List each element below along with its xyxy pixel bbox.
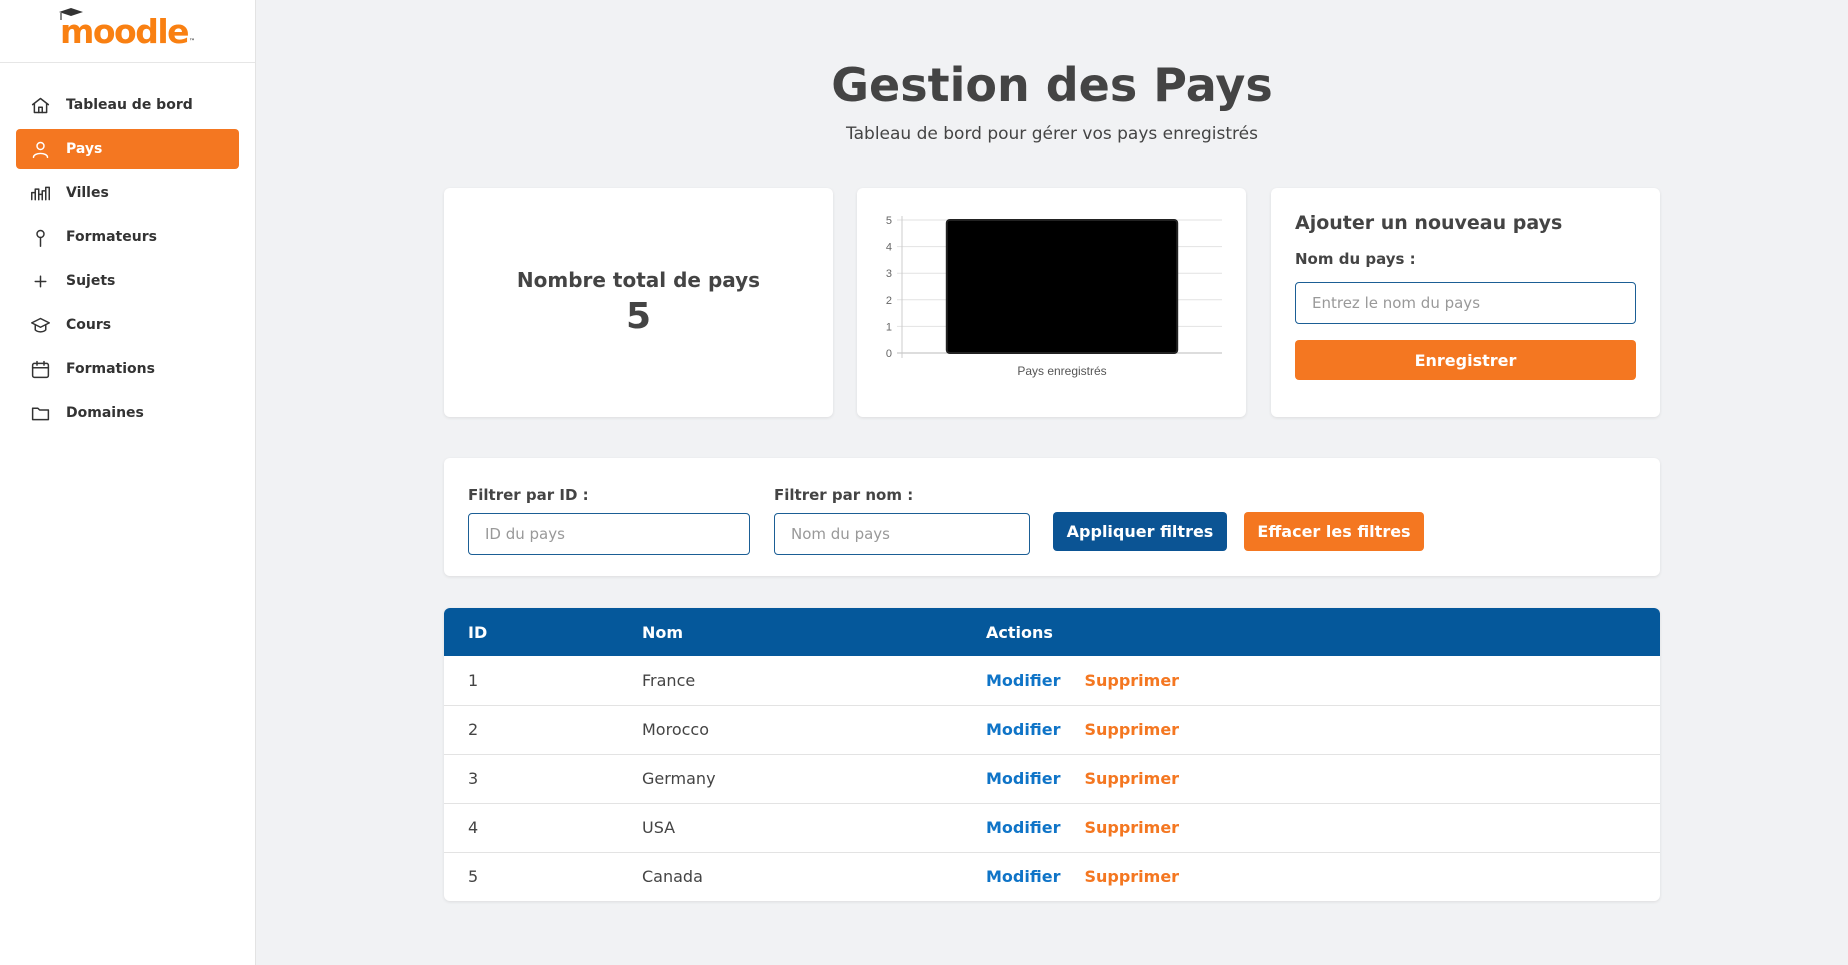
sidebar-item-pays[interactable]: Pays <box>16 129 239 169</box>
total-countries-value: 5 <box>625 296 652 337</box>
chart-y-tick-label: 4 <box>886 242 892 254</box>
apply-filters-button[interactable]: Appliquer filtres <box>1053 512 1227 551</box>
plus-icon <box>29 270 51 292</box>
total-countries-card: Nombre total de pays 5 <box>444 188 833 417</box>
edit-link[interactable]: Modifier <box>986 671 1060 690</box>
edit-link[interactable]: Modifier <box>986 720 1060 739</box>
countries-table-container: ID Nom Actions 1 France Modifier Supprimer 2… <box>444 608 1660 901</box>
sidebar-item-label: Tableau de bord <box>66 97 193 113</box>
delete-link[interactable]: Supprimer <box>1084 769 1179 788</box>
table-row: 3 Germany Modifier Supprimer <box>444 753 1660 803</box>
table-row: 4 USA Modifier Supprimer <box>444 802 1660 852</box>
page-title: Gestion des Pays <box>831 58 1273 112</box>
table-header-row: ID Nom Actions <box>444 608 1660 656</box>
sidebar-item-label: Villes <box>66 185 109 201</box>
cell-actions: Modifier Supprimer <box>986 802 1660 852</box>
header-id: ID <box>444 608 642 656</box>
country-name-input[interactable] <box>1295 282 1636 324</box>
countries-table: ID Nom Actions 1 France Modifier Supprimer 2… <box>444 608 1660 901</box>
total-countries-label: Nombre total de pays <box>516 268 761 292</box>
page-subtitle: Tableau de bord pour gérer vos pays enre… <box>846 124 1258 144</box>
header-actions: Actions <box>986 608 1660 656</box>
chart-y-tick-label: 5 <box>886 215 892 227</box>
countries-bar-chart: 0 1 2 3 4 5 Pays enregistrés <box>886 215 1222 378</box>
chart-y-tick-label: 0 <box>886 348 892 360</box>
cell-id: 4 <box>444 802 642 852</box>
cell-actions: Modifier Supprimer <box>986 851 1660 901</box>
sidebar-item-domaines[interactable]: Domaines <box>16 393 239 433</box>
chart-x-tick-label: Pays enregistrés <box>1017 364 1106 378</box>
cell-name: USA <box>642 802 986 852</box>
sidebar-item-villes[interactable]: Villes <box>16 173 239 213</box>
save-button[interactable]: Enregistrer <box>1295 340 1636 380</box>
sidebar-item-label: Sujets <box>66 273 116 289</box>
filters-card: Filtrer par ID : Filtrer par nom : Appli… <box>444 458 1660 576</box>
cell-id: 3 <box>444 753 642 803</box>
header-name: Nom <box>642 608 986 656</box>
sidebar-item-cours[interactable]: Cours <box>16 305 239 345</box>
table-row: 2 Morocco Modifier Supprimer <box>444 704 1660 754</box>
cell-actions: Modifier Supprimer <box>986 704 1660 754</box>
cell-actions: Modifier Supprimer <box>986 753 1660 803</box>
chart-y-tick-label: 1 <box>886 321 892 333</box>
home-icon <box>29 94 51 116</box>
edit-link[interactable]: Modifier <box>986 769 1060 788</box>
logo-trademark: ™ <box>189 37 196 45</box>
cell-name: Canada <box>642 851 986 901</box>
calendar-icon <box>29 358 51 380</box>
chart-y-tick-label: 3 <box>886 268 892 280</box>
delete-link[interactable]: Supprimer <box>1084 671 1179 690</box>
folder-icon <box>29 402 51 424</box>
cell-name: Germany <box>642 753 986 803</box>
pin-icon <box>29 226 51 248</box>
sidebar-item-label: Domaines <box>66 405 144 421</box>
user-icon <box>29 138 51 160</box>
table-row: 1 France Modifier Supprimer <box>444 656 1660 705</box>
add-country-title: Ajouter un nouveau pays <box>1295 212 1563 234</box>
sidebar-item-sujets[interactable]: Sujets <box>16 261 239 301</box>
country-name-label: Nom du pays : <box>1295 250 1416 268</box>
graduation-cap-icon <box>29 314 51 336</box>
filter-id-label: Filtrer par ID : <box>468 486 589 504</box>
edit-link[interactable]: Modifier <box>986 867 1060 886</box>
sidebar-nav: Tableau de bord Pays Villes Formateurs Sujet… <box>0 85 255 433</box>
add-country-card: Ajouter un nouveau pays Nom du pays : En… <box>1271 188 1660 417</box>
filter-id-group: Filtrer par ID : <box>468 486 750 555</box>
sidebar-item-tableau-de-bord[interactable]: Tableau de bord <box>16 85 239 125</box>
sidebar-item-formateurs[interactable]: Formateurs <box>16 217 239 257</box>
filter-name-group: Filtrer par nom : <box>774 486 1030 555</box>
sidebar: moodle™ Tableau de bord Pays Villes Formate… <box>0 0 256 965</box>
sidebar-item-label: Pays <box>66 141 103 157</box>
cell-id: 1 <box>468 670 479 690</box>
cell-id: 5 <box>444 851 642 901</box>
filter-name-label: Filtrer par nom : <box>774 486 914 504</box>
cell-name: Morocco <box>642 704 986 754</box>
edit-link[interactable]: Modifier <box>986 818 1060 837</box>
sidebar-item-label: Formateurs <box>66 229 157 245</box>
table-body: 1 France Modifier Supprimer 2 Morocco Modifier… <box>444 656 1660 901</box>
cell-name: France <box>642 670 696 690</box>
graduation-cap-logo-icon <box>58 7 83 20</box>
delete-link[interactable]: Supprimer <box>1084 818 1179 837</box>
sidebar-item-label: Cours <box>66 317 112 333</box>
chart-bar <box>945 219 1179 354</box>
cell-id: 2 <box>444 704 642 754</box>
sidebar-item-formations[interactable]: Formations <box>16 349 239 389</box>
delete-link[interactable]: Supprimer <box>1084 720 1179 739</box>
clear-filters-button[interactable]: Effacer les filtres <box>1244 512 1424 551</box>
chart-y-tick-label: 2 <box>886 295 892 307</box>
logo-area: moodle™ <box>0 0 255 63</box>
city-icon <box>29 182 51 204</box>
filter-id-input[interactable] <box>468 513 750 555</box>
countries-chart-card: 0 1 2 3 4 5 Pays enregistrés <box>857 188 1246 417</box>
delete-link[interactable]: Supprimer <box>1084 867 1179 886</box>
table-row: 5 Canada Modifier Supprimer <box>444 851 1660 901</box>
cell-actions: Modifier Supprimer <box>986 656 1660 705</box>
filter-name-input[interactable] <box>774 513 1030 555</box>
moodle-logo[interactable]: moodle™ <box>58 7 196 51</box>
sidebar-item-label: Formations <box>66 361 155 377</box>
